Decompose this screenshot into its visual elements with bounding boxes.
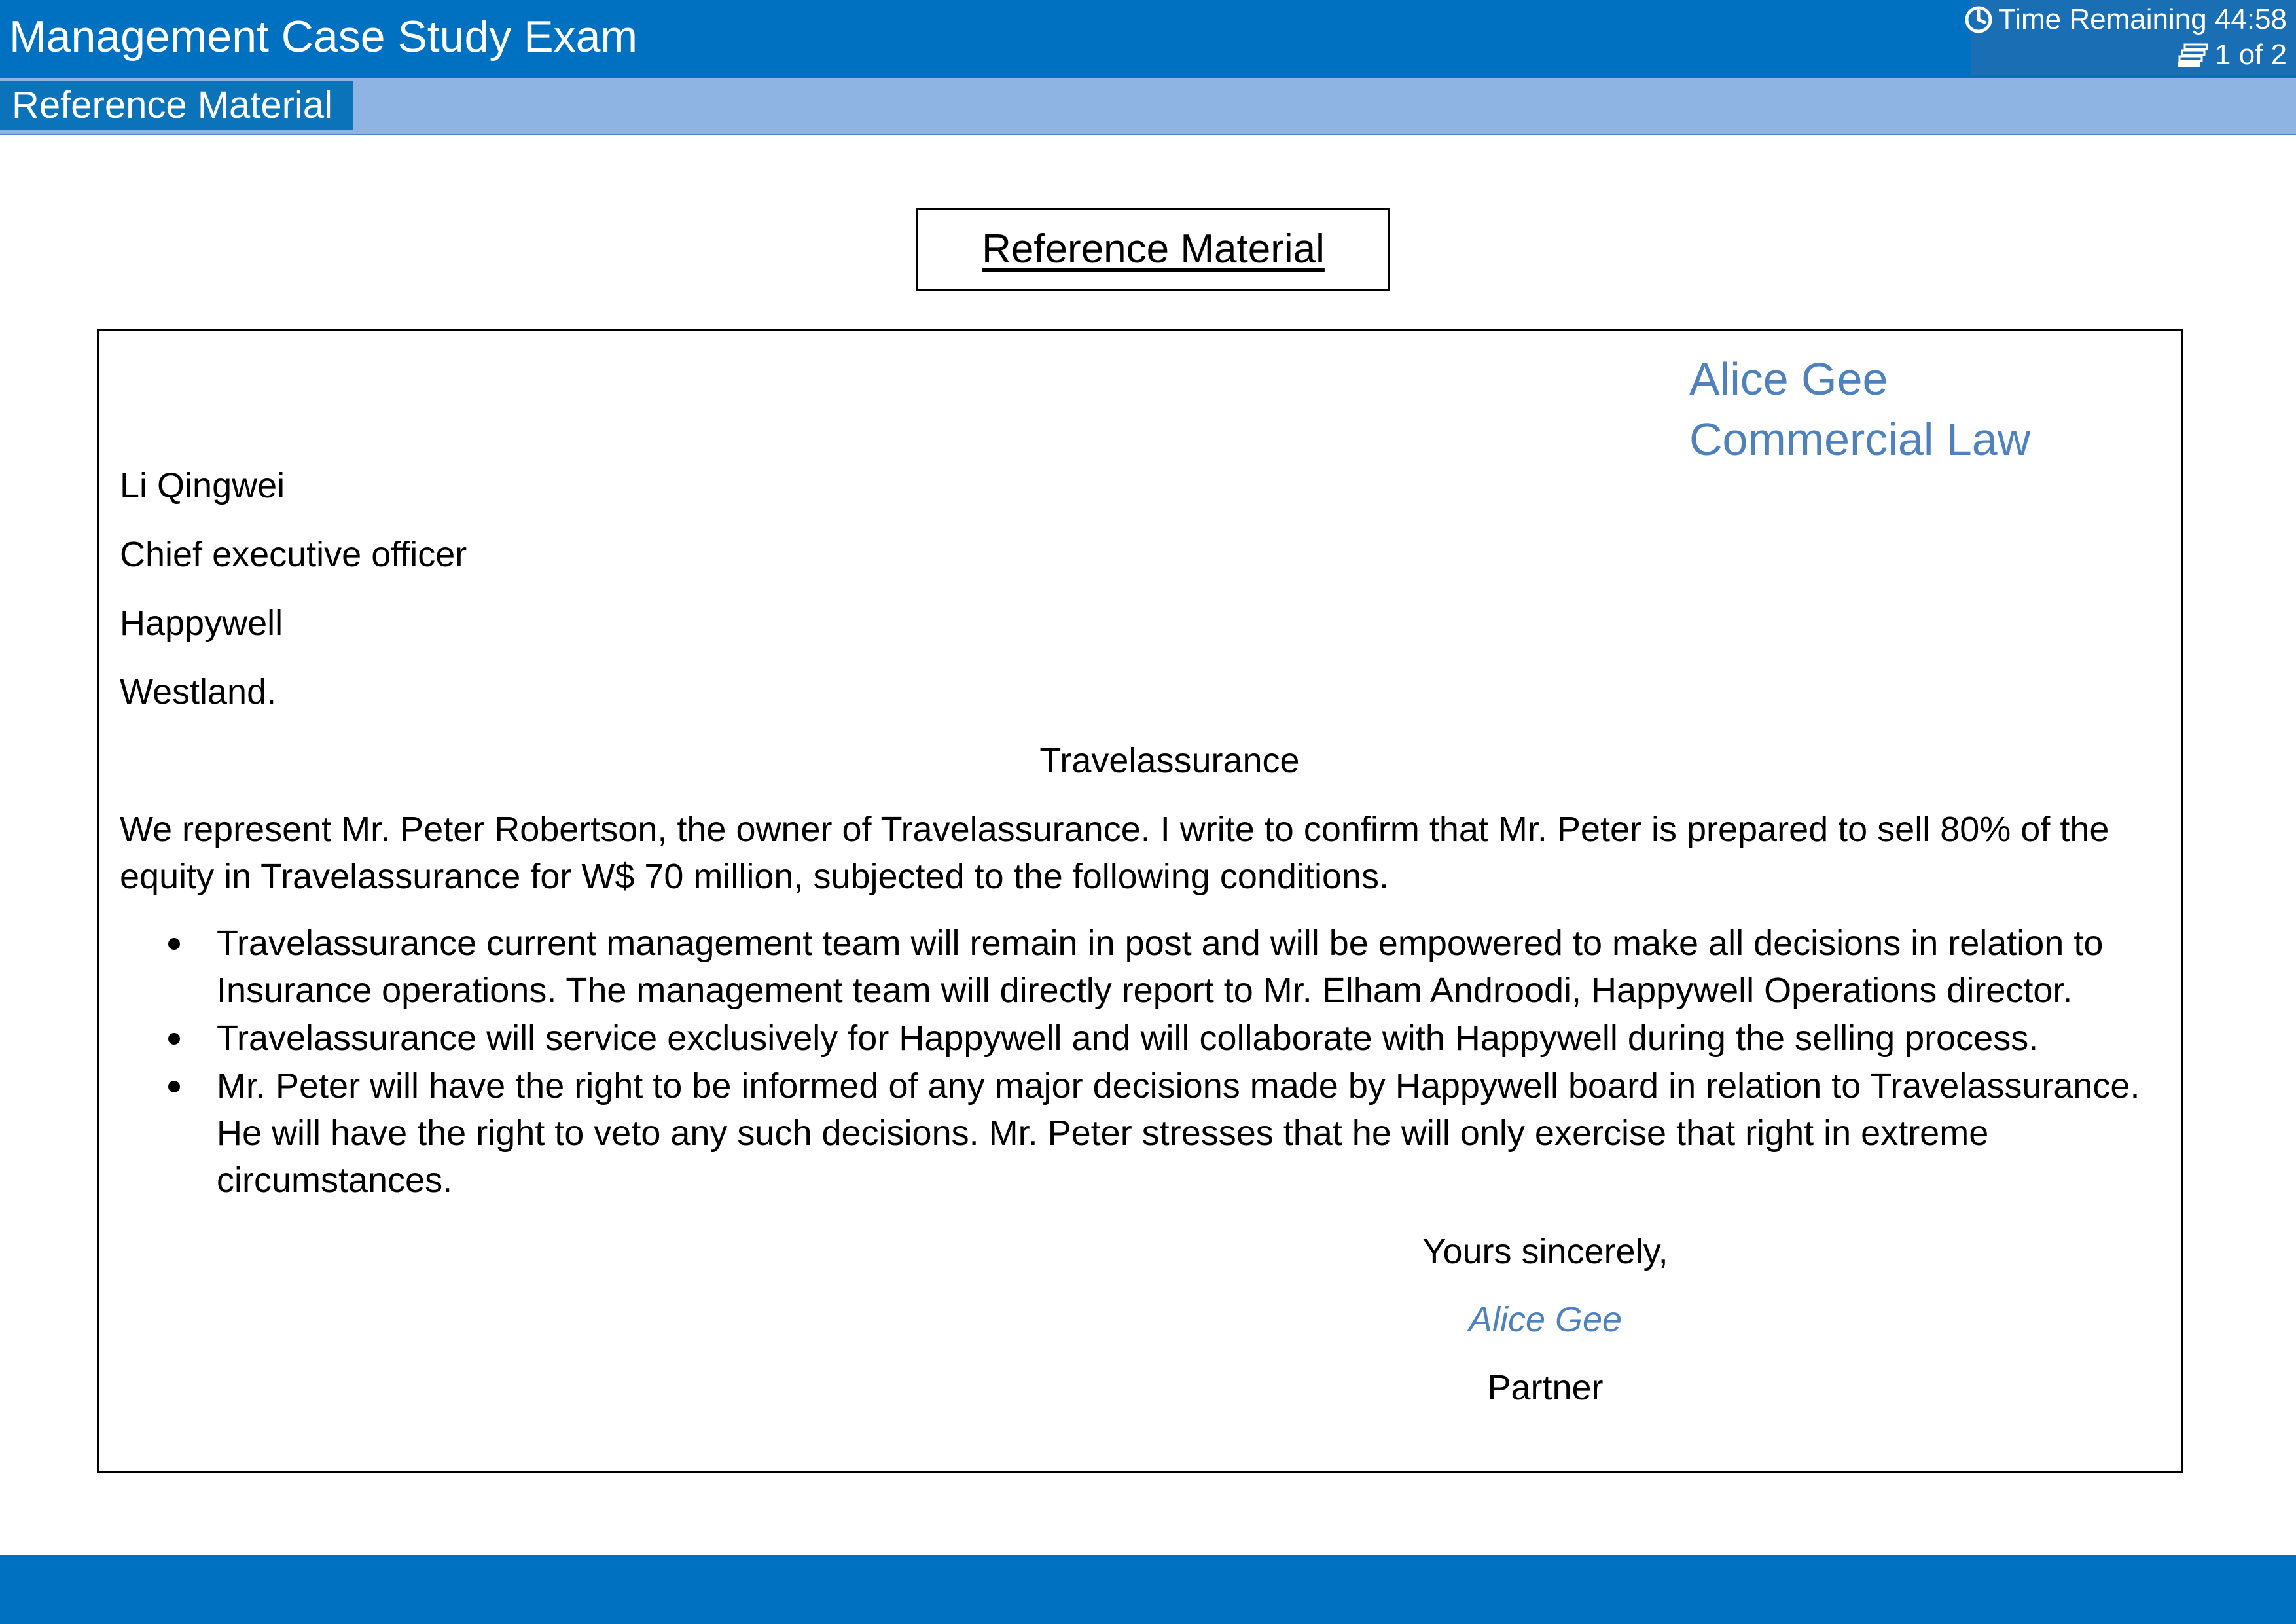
- reference-heading-text: Reference Material: [982, 226, 1325, 272]
- recipient-title: Chief executive officer: [120, 535, 467, 574]
- letter-body: We represent Mr. Peter Robertson, the ow…: [120, 810, 2109, 896]
- pages-icon: [2177, 42, 2210, 68]
- reference-heading: Reference Material: [916, 208, 1390, 291]
- bullet-icon: [168, 938, 180, 950]
- signature: Alice Gee: [1468, 1300, 1623, 1339]
- list-item: Travelassurance will service exclusively…: [120, 1015, 2168, 1062]
- time-remaining-text: Time Remaining 44:58: [1998, 3, 2287, 35]
- closing: Yours sincerely,: [1422, 1232, 1668, 1271]
- sender-firm: Commercial Law: [1689, 414, 2031, 465]
- conditions-list: Travelassurance current management team …: [120, 920, 2168, 1204]
- page-indicator: 1 of 2: [2177, 41, 2287, 69]
- app-title: Management Case Study Exam: [9, 12, 638, 62]
- condition-text: Mr. Peter will have the right to be info…: [217, 1066, 2140, 1200]
- recipient-company: Happywell: [120, 604, 283, 643]
- signer-role: Partner: [1487, 1368, 1604, 1407]
- status-panel: Time Remaining 44:58 1 of 2: [1965, 0, 2296, 75]
- sender-name: Alice Gee: [1689, 353, 1888, 405]
- recipient-name: Li Qingwei: [120, 466, 285, 505]
- bottom-bar: [0, 1555, 2296, 1624]
- tab-reference-material[interactable]: Reference Material: [0, 81, 353, 130]
- list-item: Travelassurance current management team …: [120, 920, 2168, 1014]
- section-bar: Reference Material: [0, 78, 2296, 135]
- bullet-icon: [168, 1033, 180, 1045]
- condition-text: Travelassurance current management team …: [217, 924, 2104, 1010]
- recipient-location: Westland.: [120, 672, 277, 712]
- list-item: Mr. Peter will have the right to be info…: [120, 1062, 2168, 1204]
- letterhead: Alice Gee Commercial Law: [1689, 349, 2030, 469]
- exam-page: Management Case Study Exam Time Remainin…: [0, 0, 2296, 1624]
- time-remaining: Time Remaining 44:58: [1964, 5, 2287, 34]
- condition-text: Travelassurance will service exclusively…: [217, 1019, 2039, 1058]
- letter-subject: Travelassurance: [1039, 741, 1300, 780]
- page-indicator-text: 1 of 2: [2214, 39, 2287, 71]
- letter-document: Alice Gee Commercial Law Li Qingwei Chie…: [97, 329, 2183, 1473]
- title-bar: Management Case Study Exam Time Remainin…: [0, 0, 2296, 78]
- clock-icon: [1964, 5, 1993, 34]
- bullet-icon: [168, 1081, 180, 1092]
